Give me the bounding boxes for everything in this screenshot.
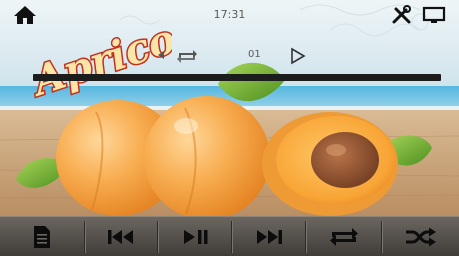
previous-track-button[interactable] xyxy=(85,217,157,256)
track-number: 01 xyxy=(248,49,261,60)
repeat-icon xyxy=(177,50,197,63)
previous-marker-icon xyxy=(158,51,164,59)
media-player-screen: Apricot 17:31 01 xyxy=(0,0,459,256)
skip-next-icon xyxy=(256,230,282,244)
display-button[interactable] xyxy=(422,5,446,25)
shuffle-button[interactable] xyxy=(382,217,459,256)
skip-previous-icon xyxy=(108,230,133,244)
tools-icon xyxy=(392,5,411,24)
display-icon xyxy=(422,6,446,23)
play-outline-icon xyxy=(291,47,306,65)
settings-button[interactable] xyxy=(391,5,413,25)
progress-bar[interactable] xyxy=(33,74,441,81)
play-pause-button[interactable] xyxy=(158,217,231,256)
document-list-icon xyxy=(34,226,50,248)
shuffle-icon xyxy=(405,227,436,247)
play-pause-icon xyxy=(183,230,207,244)
repeat-icon xyxy=(329,228,358,246)
playlist-button[interactable] xyxy=(0,217,84,256)
playback-control-bar xyxy=(0,216,459,256)
track-info-row: 01 xyxy=(0,46,459,66)
next-track-button[interactable] xyxy=(232,217,305,256)
repeat-button[interactable] xyxy=(306,217,381,256)
status-bar: 17:31 xyxy=(0,0,459,30)
